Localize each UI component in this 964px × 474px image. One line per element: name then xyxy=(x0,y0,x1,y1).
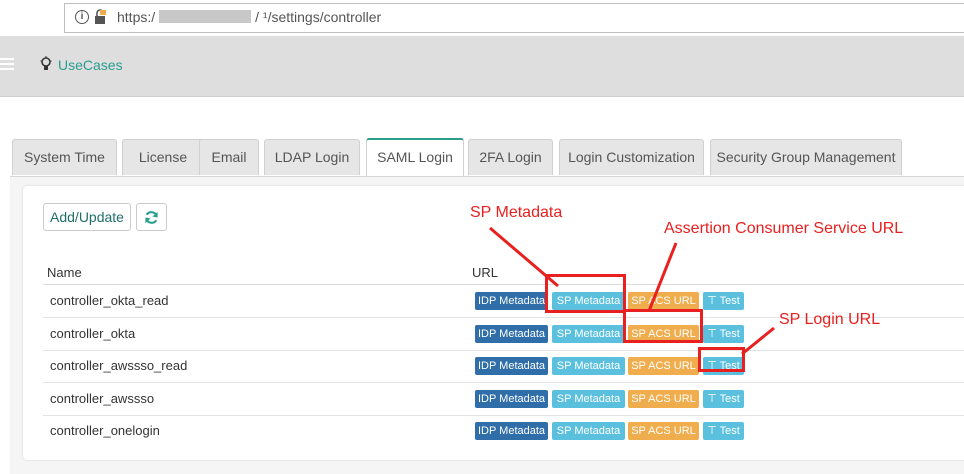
arrow-acs-url xyxy=(647,242,678,312)
arrow-sp-login-url xyxy=(741,326,775,356)
annotation-arrows xyxy=(489,226,775,356)
arrow-sp-metadata xyxy=(489,226,559,288)
